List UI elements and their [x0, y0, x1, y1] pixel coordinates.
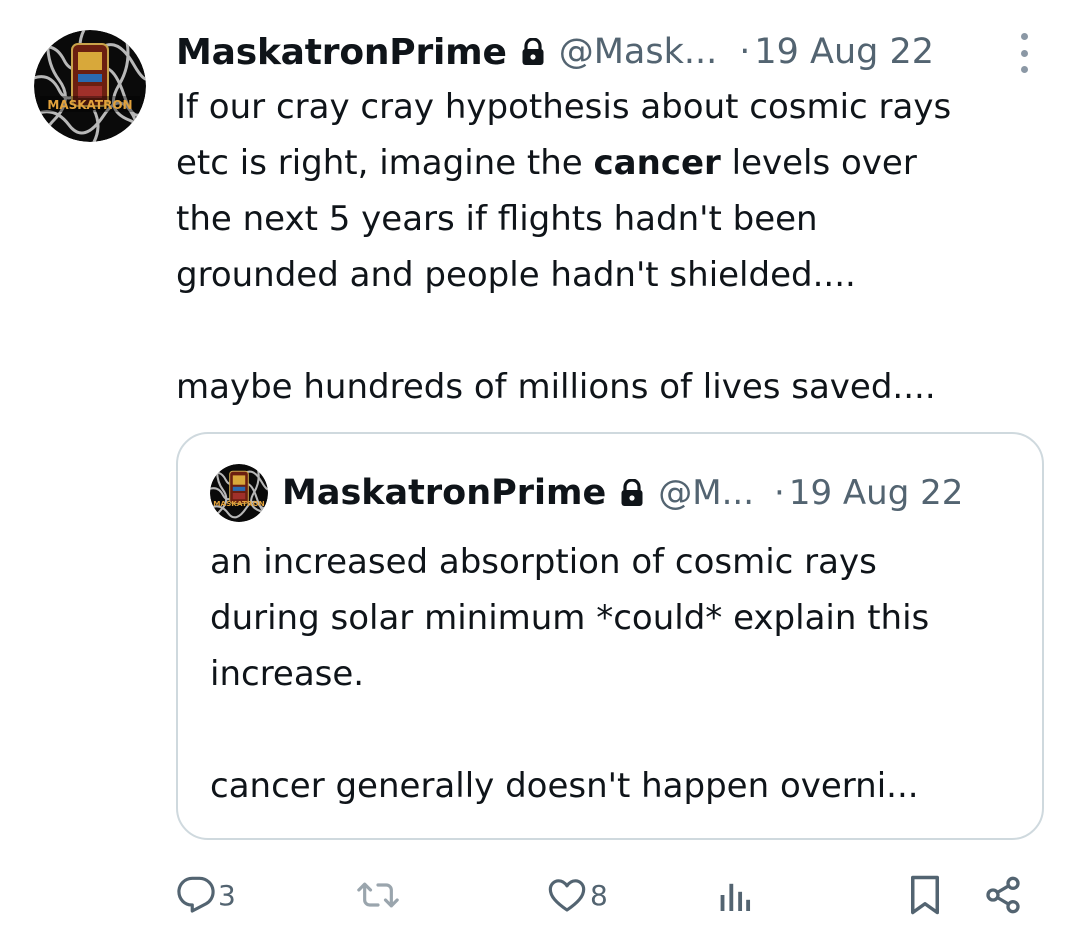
separator-dot: ·: [739, 32, 751, 72]
tweet-bold-word: cancer: [593, 143, 721, 183]
quoted-author-name: MaskatronPrime: [282, 473, 607, 513]
reply-count: 3: [218, 878, 236, 912]
avatar-text: MASKATRON: [47, 98, 132, 112]
quoted-tweet-text: an increased absorption of cosmic rays d…: [210, 534, 1030, 814]
tweet-line: maybe hundreds of millions of lives save…: [176, 367, 936, 407]
separator-dot: ·: [774, 473, 785, 513]
quoted-avatar-image: MASKATRON: [210, 464, 268, 522]
avatar-image: MASKATRON: [34, 30, 146, 142]
tweet-text-span: etc is right, imagine the: [176, 143, 594, 183]
quoted-tweet-card[interactable]: MASKATRON MaskatronPrime @M... · 19 Aug …: [176, 432, 1044, 840]
like-icon: [548, 879, 586, 912]
quoted-tweet-header: MaskatronPrime @M... · 19 Aug 22: [282, 464, 963, 522]
tweet-text-span: levels over: [720, 143, 917, 183]
tweet-date[interactable]: 19 Aug 22: [754, 32, 934, 72]
more-dot: [1020, 49, 1028, 57]
quoted-author-avatar: MASKATRON: [210, 464, 268, 522]
tweet-line: If our cray cray hypothesis about cosmic…: [176, 87, 952, 127]
reply-button[interactable]: 3: [176, 860, 236, 930]
views-button[interactable]: [719, 860, 751, 930]
tweet-line: etc is right, imagine the cancer levels …: [176, 135, 1056, 191]
bookmark-icon: [911, 875, 939, 915]
share-button[interactable]: [982, 860, 1024, 930]
views-icon: [720, 883, 751, 911]
author-name[interactable]: MaskatronPrime: [176, 32, 507, 73]
lock-icon: [620, 479, 644, 507]
action-bar: 3 8: [0, 860, 1080, 930]
share-icon: [986, 876, 1020, 914]
quoted-avatar-text: MASKATRON: [213, 499, 264, 508]
quoted-line: an increased absorption of cosmic rays: [210, 542, 877, 582]
like-button[interactable]: 8: [546, 860, 608, 930]
quoted-line: cancer generally doesn't happen overni..…: [210, 766, 919, 806]
more-dot: [1020, 33, 1028, 40]
retweet-button[interactable]: [355, 860, 403, 930]
tweet-header: MaskatronPrime @Mask... · 19 Aug 22: [176, 24, 934, 80]
author-avatar[interactable]: MASKATRON: [34, 30, 146, 142]
bookmark-button[interactable]: [907, 860, 943, 930]
lock-icon: [521, 38, 545, 66]
quoted-tweet-date: 19 Aug 22: [788, 473, 964, 513]
more-dot: [1020, 66, 1028, 73]
retweet-icon: [357, 882, 399, 908]
quoted-author-handle: @M...: [658, 473, 755, 513]
quoted-line: increase.: [210, 654, 365, 694]
tweet-line: the next 5 years if flights hadn't been: [176, 199, 818, 239]
quoted-line: during solar minimum *could* explain thi…: [210, 598, 930, 638]
tweet-text: If our cray cray hypothesis about cosmic…: [176, 79, 1056, 415]
tweet-line: grounded and people hadn't shielded....: [176, 255, 856, 295]
reply-icon: [177, 876, 215, 913]
like-count: 8: [590, 878, 608, 912]
author-handle[interactable]: @Mask...: [559, 32, 718, 72]
more-options-icon[interactable]: [1010, 33, 1038, 73]
